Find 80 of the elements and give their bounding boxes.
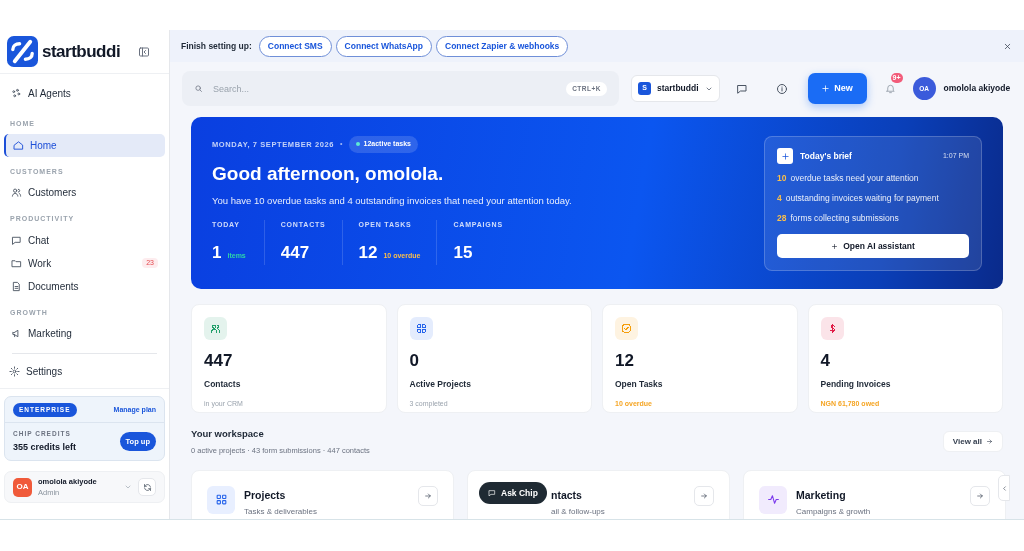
module-title: Marketing xyxy=(796,487,847,503)
arrow-right-icon xyxy=(700,491,708,500)
open-button[interactable] xyxy=(418,485,438,506)
search-icon xyxy=(194,84,203,93)
sidebar-item[interactable]: Settings xyxy=(4,360,165,383)
card-label: Pending Invoices xyxy=(820,377,892,391)
connect-button[interactable]: Connect Zapier & webhooks xyxy=(436,35,569,57)
module-subtitle: ail & follow-ups xyxy=(551,506,606,519)
stat-value: 15 xyxy=(453,241,473,264)
stat-value: 12 xyxy=(358,241,378,264)
card-value: 12 xyxy=(615,350,635,372)
card-label: Active Projects xyxy=(409,377,472,391)
brief-title: Today's brief xyxy=(800,149,853,163)
brand-name: startbuddi xyxy=(42,40,122,63)
chevron-down-icon xyxy=(124,483,132,491)
refresh-icon xyxy=(142,482,152,492)
info-button[interactable] xyxy=(775,81,790,96)
chat-icon xyxy=(735,82,748,95)
pulse-icon xyxy=(766,493,780,506)
new-button[interactable]: New xyxy=(807,73,867,104)
sidebar-item[interactable]: Chat xyxy=(4,228,165,252)
card-label: Open Tasks xyxy=(615,377,664,391)
user-avatar: OA xyxy=(13,477,32,497)
brief-item: 4 outstanding invoices waiting for payment xyxy=(777,191,940,205)
module-subtitle: Campaigns & growth xyxy=(796,506,872,519)
card-value: 0 xyxy=(409,350,420,372)
module-card[interactable]: Projects Tasks & deliverables xyxy=(191,469,454,519)
panel-icon xyxy=(138,45,150,58)
chevron-left-icon xyxy=(1000,484,1008,492)
brief-item: 10 overdue tasks need your attention xyxy=(777,172,920,185)
card-value: 447 xyxy=(204,350,234,372)
document-icon xyxy=(11,280,22,292)
bell-icon xyxy=(885,83,897,94)
chat-icon xyxy=(488,489,496,497)
collapse-sidebar-button[interactable] xyxy=(138,44,152,59)
module-card[interactable]: Marketing Campaigns & growth xyxy=(743,469,1006,519)
module-title: ntacts xyxy=(551,487,583,503)
logo-icon xyxy=(7,36,38,67)
stat-value: 1 xyxy=(212,241,222,264)
section-title: Your workspace xyxy=(191,427,265,441)
greeting-heading: Good afternoon, omolola. xyxy=(212,161,445,186)
arrow-right-icon xyxy=(976,491,984,500)
open-button[interactable] xyxy=(694,485,714,506)
info-icon xyxy=(775,82,788,95)
home-icon xyxy=(13,139,24,151)
open-assistant-button[interactable]: Open AI assistant xyxy=(777,234,969,259)
close-icon xyxy=(1003,41,1012,51)
brief-item: 28 forms collecting submissions xyxy=(777,211,900,225)
sidebar-item[interactable]: AI Agents xyxy=(4,82,165,105)
megaphone-icon xyxy=(11,328,22,339)
plus-icon xyxy=(821,84,831,93)
sidebar-item[interactable]: Marketing xyxy=(4,322,165,345)
module-subtitle: Tasks & deliverables xyxy=(244,506,318,519)
connect-button[interactable]: Connect WhatsApp xyxy=(335,35,432,57)
arrow-right-icon xyxy=(424,491,432,500)
chat-icon xyxy=(11,234,22,246)
card-label: Contacts xyxy=(204,377,242,391)
stat-value: 447 xyxy=(280,241,310,264)
grid-icon xyxy=(214,493,228,506)
plus-icon xyxy=(831,242,839,250)
attention-message: You have 10 overdue tasks and 4 outstanding invoices that need your attention today. xyxy=(212,194,573,208)
user-name: omolola akiyode xyxy=(943,82,1011,95)
refresh-button[interactable] xyxy=(138,478,156,496)
people-icon xyxy=(11,187,22,198)
open-button[interactable] xyxy=(970,485,990,506)
folder-icon xyxy=(11,257,22,269)
banner-label: Finish setting up: xyxy=(181,39,252,53)
sparkle-icon xyxy=(11,88,22,99)
plus-icon xyxy=(780,151,790,161)
close-button[interactable] xyxy=(1003,41,1013,51)
ask-chip-button[interactable]: Ask Chip xyxy=(479,482,547,504)
sidebar-item[interactable]: Home xyxy=(4,133,165,157)
sidebar-item[interactable]: Customers xyxy=(4,181,165,204)
sidebar-item[interactable]: Documents xyxy=(4,274,165,298)
credits-left: 355 credits left xyxy=(13,440,77,454)
arrow-right-icon xyxy=(986,438,993,446)
card-value: 4 xyxy=(820,350,831,372)
connect-button[interactable]: Connect SMS xyxy=(258,35,332,57)
module-title: Projects xyxy=(244,487,287,503)
view-all-button[interactable]: View all xyxy=(942,431,1003,453)
